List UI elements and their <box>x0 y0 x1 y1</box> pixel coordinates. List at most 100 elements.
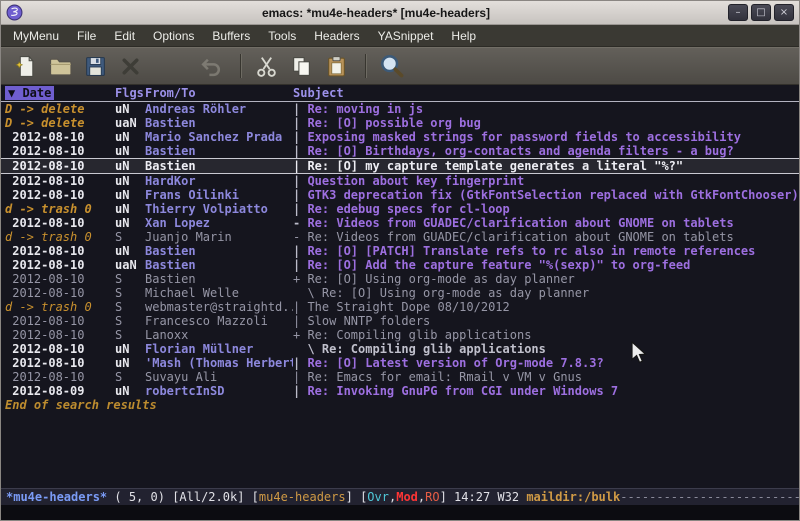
thread-indicator: | <box>293 370 307 384</box>
modeline-segment-mod: Mod <box>396 490 418 504</box>
message-row[interactable]: 2012-08-09uNrobertcInSD| Re: Invoking Gn… <box>1 384 799 398</box>
message-flags: S <box>115 286 145 300</box>
message-date: 2012-08-10 <box>5 130 115 144</box>
close-button[interactable]: × <box>774 4 794 21</box>
column-date[interactable]: ▼ Date <box>5 86 115 101</box>
message-from: Bastien <box>145 116 293 130</box>
undo-icon <box>199 54 224 79</box>
column-flags[interactable]: Flgs <box>115 86 145 101</box>
message-list: D -> deleteuNAndreas Röhler| Re: moving … <box>1 102 799 398</box>
message-row[interactable]: 2012-08-10uaNBastien| Re: [O] Add the ca… <box>1 258 799 272</box>
thread-indicator: | <box>293 314 307 328</box>
message-row[interactable]: 2012-08-10uNBastien| Re: [O] my capture … <box>1 158 799 174</box>
save-buffer-button[interactable] <box>80 51 111 82</box>
message-flags: uaN <box>115 116 145 130</box>
message-row[interactable]: d -> trash 0SJuanjo Marin- Re: Videos fr… <box>1 230 799 244</box>
message-subject: Re: Invoking GnuPG from CGI under Window… <box>307 384 799 398</box>
message-date: 2012-08-10 <box>5 244 115 258</box>
new-file-button[interactable] <box>10 51 41 82</box>
headers-buffer[interactable]: ▼ Date Flgs From/To Subject D -> deleteu… <box>1 85 799 488</box>
thread-indicator: | <box>293 244 307 258</box>
message-row[interactable]: 2012-08-10SFrancesco Mazzoli| Slow NNTP … <box>1 314 799 328</box>
message-from: robertcInSD <box>145 384 293 398</box>
menu-item-yasnippet[interactable]: YASnippet <box>369 26 443 46</box>
message-subject: GTK3 deprecation fix (GtkFontSelection r… <box>307 188 799 202</box>
message-subject: Re: Videos from GUADEC/clarification abo… <box>307 216 799 230</box>
message-row[interactable]: 2012-08-10uNXan Lopez- Re: Videos from G… <box>1 216 799 230</box>
message-from: webmaster@straightd... <box>145 300 293 314</box>
message-subject: Re: Compiling glib applications <box>307 328 799 342</box>
message-from: Frans Oilinki <box>145 188 293 202</box>
message-row[interactable]: d -> trash 0uNThierry Volpiatto| Re: ede… <box>1 202 799 216</box>
search-button[interactable] <box>376 51 407 82</box>
toolbar <box>1 47 799 85</box>
menu-item-file[interactable]: File <box>68 26 105 46</box>
menu-item-tools[interactable]: Tools <box>259 26 305 46</box>
minibuffer[interactable] <box>1 505 799 520</box>
message-row[interactable]: 2012-08-10SMichael Welle \ Re: [O] Using… <box>1 286 799 300</box>
menu-item-help[interactable]: Help <box>442 26 485 46</box>
modeline-segment-plain: [ <box>252 490 259 504</box>
message-row[interactable]: 2012-08-10uNMario Sanchez Prada| Exposin… <box>1 130 799 144</box>
save-buffer-icon <box>83 54 108 79</box>
menu-item-options[interactable]: Options <box>144 26 203 46</box>
message-row[interactable]: 2012-08-10uNFrans Oilinki| GTK3 deprecat… <box>1 188 799 202</box>
message-flags: uN <box>115 159 145 173</box>
message-flags: uN <box>115 144 145 158</box>
message-subject: Question about key fingerprint <box>307 174 799 188</box>
message-flags: S <box>115 370 145 384</box>
copy-icon <box>289 54 314 79</box>
menu-item-edit[interactable]: Edit <box>105 26 144 46</box>
modeline-segment-plain: ( 5, 0) <box>107 490 172 504</box>
message-row[interactable]: D -> deleteuaNBastien| Re: [O] possible … <box>1 116 799 130</box>
column-subject[interactable]: Subject <box>293 86 799 101</box>
message-flags: S <box>115 300 145 314</box>
message-from: 'Mash (Thomas Herbert) <box>145 356 293 370</box>
message-subject: Slow NNTP folders <box>307 314 799 328</box>
copy-button[interactable] <box>286 51 317 82</box>
message-from: Francesco Mazzoli <box>145 314 293 328</box>
paste-button[interactable] <box>321 51 352 82</box>
message-row[interactable]: d -> trash 0Swebmaster@straightd...| The… <box>1 300 799 314</box>
end-of-results-text: End of search results <box>1 398 799 412</box>
window-controls: –□× <box>725 4 794 21</box>
menu-item-buffers[interactable]: Buffers <box>203 26 259 46</box>
message-from: Bastien <box>145 272 293 286</box>
message-date: 2012-08-10 <box>5 342 115 356</box>
thread-indicator: | <box>293 300 307 314</box>
column-from[interactable]: From/To <box>145 86 293 101</box>
message-row[interactable]: 2012-08-10SBastien+ Re: [O] Using org-mo… <box>1 272 799 286</box>
modeline-segment-ro: RO <box>425 490 439 504</box>
thread-indicator: | <box>293 356 307 370</box>
message-row[interactable]: 2012-08-10uNHardKor| Question about key … <box>1 174 799 188</box>
paste-icon <box>324 54 349 79</box>
menu-item-headers[interactable]: Headers <box>305 26 368 46</box>
close-buffer-button[interactable] <box>115 51 146 82</box>
message-subject: Re: moving in js <box>307 102 799 116</box>
open-file-button[interactable] <box>45 51 76 82</box>
message-row[interactable]: 2012-08-10SLanoxx+ Re: Compiling glib ap… <box>1 328 799 342</box>
minimize-button[interactable]: – <box>728 4 748 21</box>
headers-header-line: ▼ Date Flgs From/To Subject <box>1 86 799 102</box>
sort-indicator-date[interactable]: ▼ Date <box>5 86 54 100</box>
message-from: HardKor <box>145 174 293 188</box>
message-from: Florian Müllner <box>145 342 293 356</box>
emacs-icon <box>6 4 23 21</box>
cut-button[interactable] <box>251 51 282 82</box>
message-row[interactable]: 2012-08-10uN'Mash (Thomas Herbert)| Re: … <box>1 356 799 370</box>
maximize-button[interactable]: □ <box>751 4 771 21</box>
message-row[interactable]: D -> deleteuNAndreas Röhler| Re: moving … <box>1 102 799 116</box>
message-subject: The Straight Dope 08/10/2012 <box>307 300 799 314</box>
message-row[interactable]: 2012-08-10uNBastien| Re: [O] Birthdays, … <box>1 144 799 158</box>
cut-icon <box>254 54 279 79</box>
message-row[interactable]: 2012-08-10uNBastien| Re: [O] [PATCH] Tra… <box>1 244 799 258</box>
message-from: Andreas Röhler <box>145 102 293 116</box>
menu-item-mymenu[interactable]: MyMenu <box>4 26 68 46</box>
message-row[interactable]: 2012-08-10SSuvayu Ali| Re: Emacs for ema… <box>1 370 799 384</box>
message-date: 2012-08-10 <box>5 174 115 188</box>
modeline-segment-plain: 14:27 <box>454 490 497 504</box>
search-icon <box>378 52 406 80</box>
message-mark: D -> delete <box>5 116 115 130</box>
message-row[interactable]: 2012-08-10uNFlorian Müllner \ Re: Compil… <box>1 342 799 356</box>
message-flags: S <box>115 272 145 286</box>
